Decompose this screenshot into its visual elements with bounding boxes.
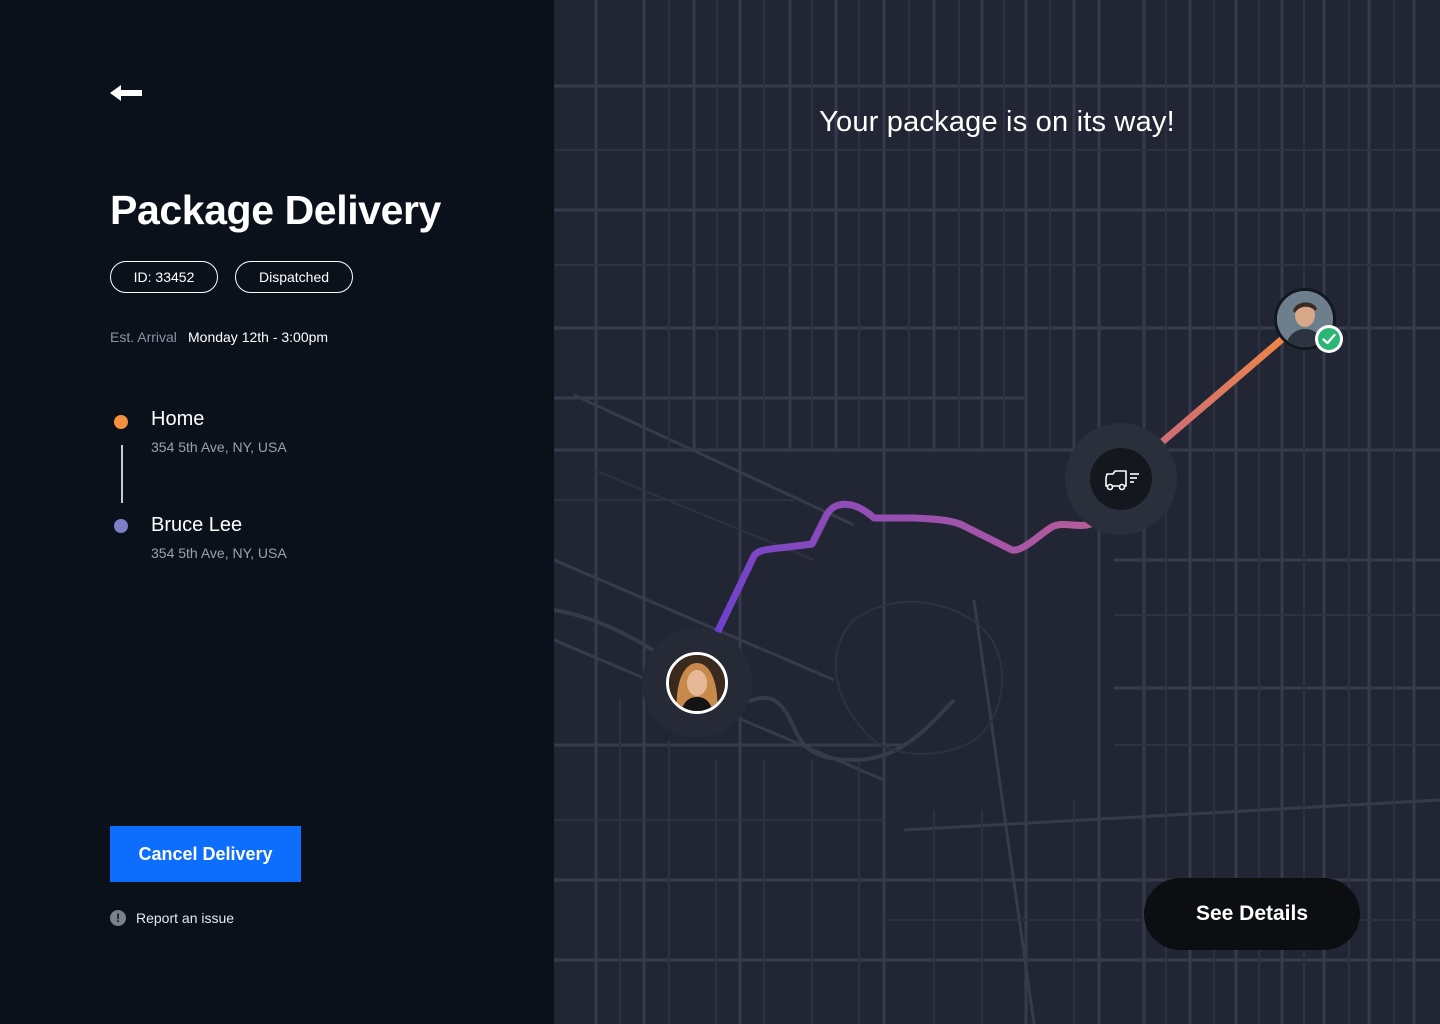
stop-name-home: Home [151, 408, 205, 430]
stop-name-destination: Bruce Lee [151, 514, 243, 536]
est-arrival-label: Est. Arrival [110, 329, 177, 345]
alert-circle-icon: ! [110, 910, 126, 926]
est-arrival-value: Monday 12th - 3:00pm [188, 329, 329, 345]
stop-address-destination: 354 5th Ave, NY, USA [151, 545, 287, 561]
status-badge: Dispatched [235, 261, 353, 293]
page-title: Package Delivery [110, 187, 441, 233]
home-stop-dot [114, 415, 128, 429]
stop-address-home: 354 5th Ave, NY, USA [151, 439, 287, 455]
stops-connector-line [121, 445, 123, 503]
report-issue-link[interactable]: ! Report an issue [110, 909, 234, 927]
back-button[interactable] [106, 78, 148, 108]
map-streets [554, 0, 1440, 1024]
see-details-button[interactable]: See Details [1144, 878, 1360, 950]
report-issue-label: Report an issue [136, 910, 235, 926]
courier-marker[interactable] [1064, 422, 1178, 536]
sidebar-panel: Package Delivery ID: 33452 Dispatched Es… [0, 0, 554, 1024]
id-badge: ID: 33452 [110, 261, 218, 293]
destination-stop-dot [114, 519, 128, 533]
arrow-left-icon [110, 85, 142, 101]
sender-avatar [666, 652, 728, 714]
cancel-delivery-button[interactable]: Cancel Delivery [110, 826, 301, 882]
check-badge-icon [1315, 325, 1343, 353]
delivery-map[interactable]: Your package is on its way! See Details [554, 0, 1440, 1024]
map-headline: Your package is on its way! [819, 106, 1175, 138]
